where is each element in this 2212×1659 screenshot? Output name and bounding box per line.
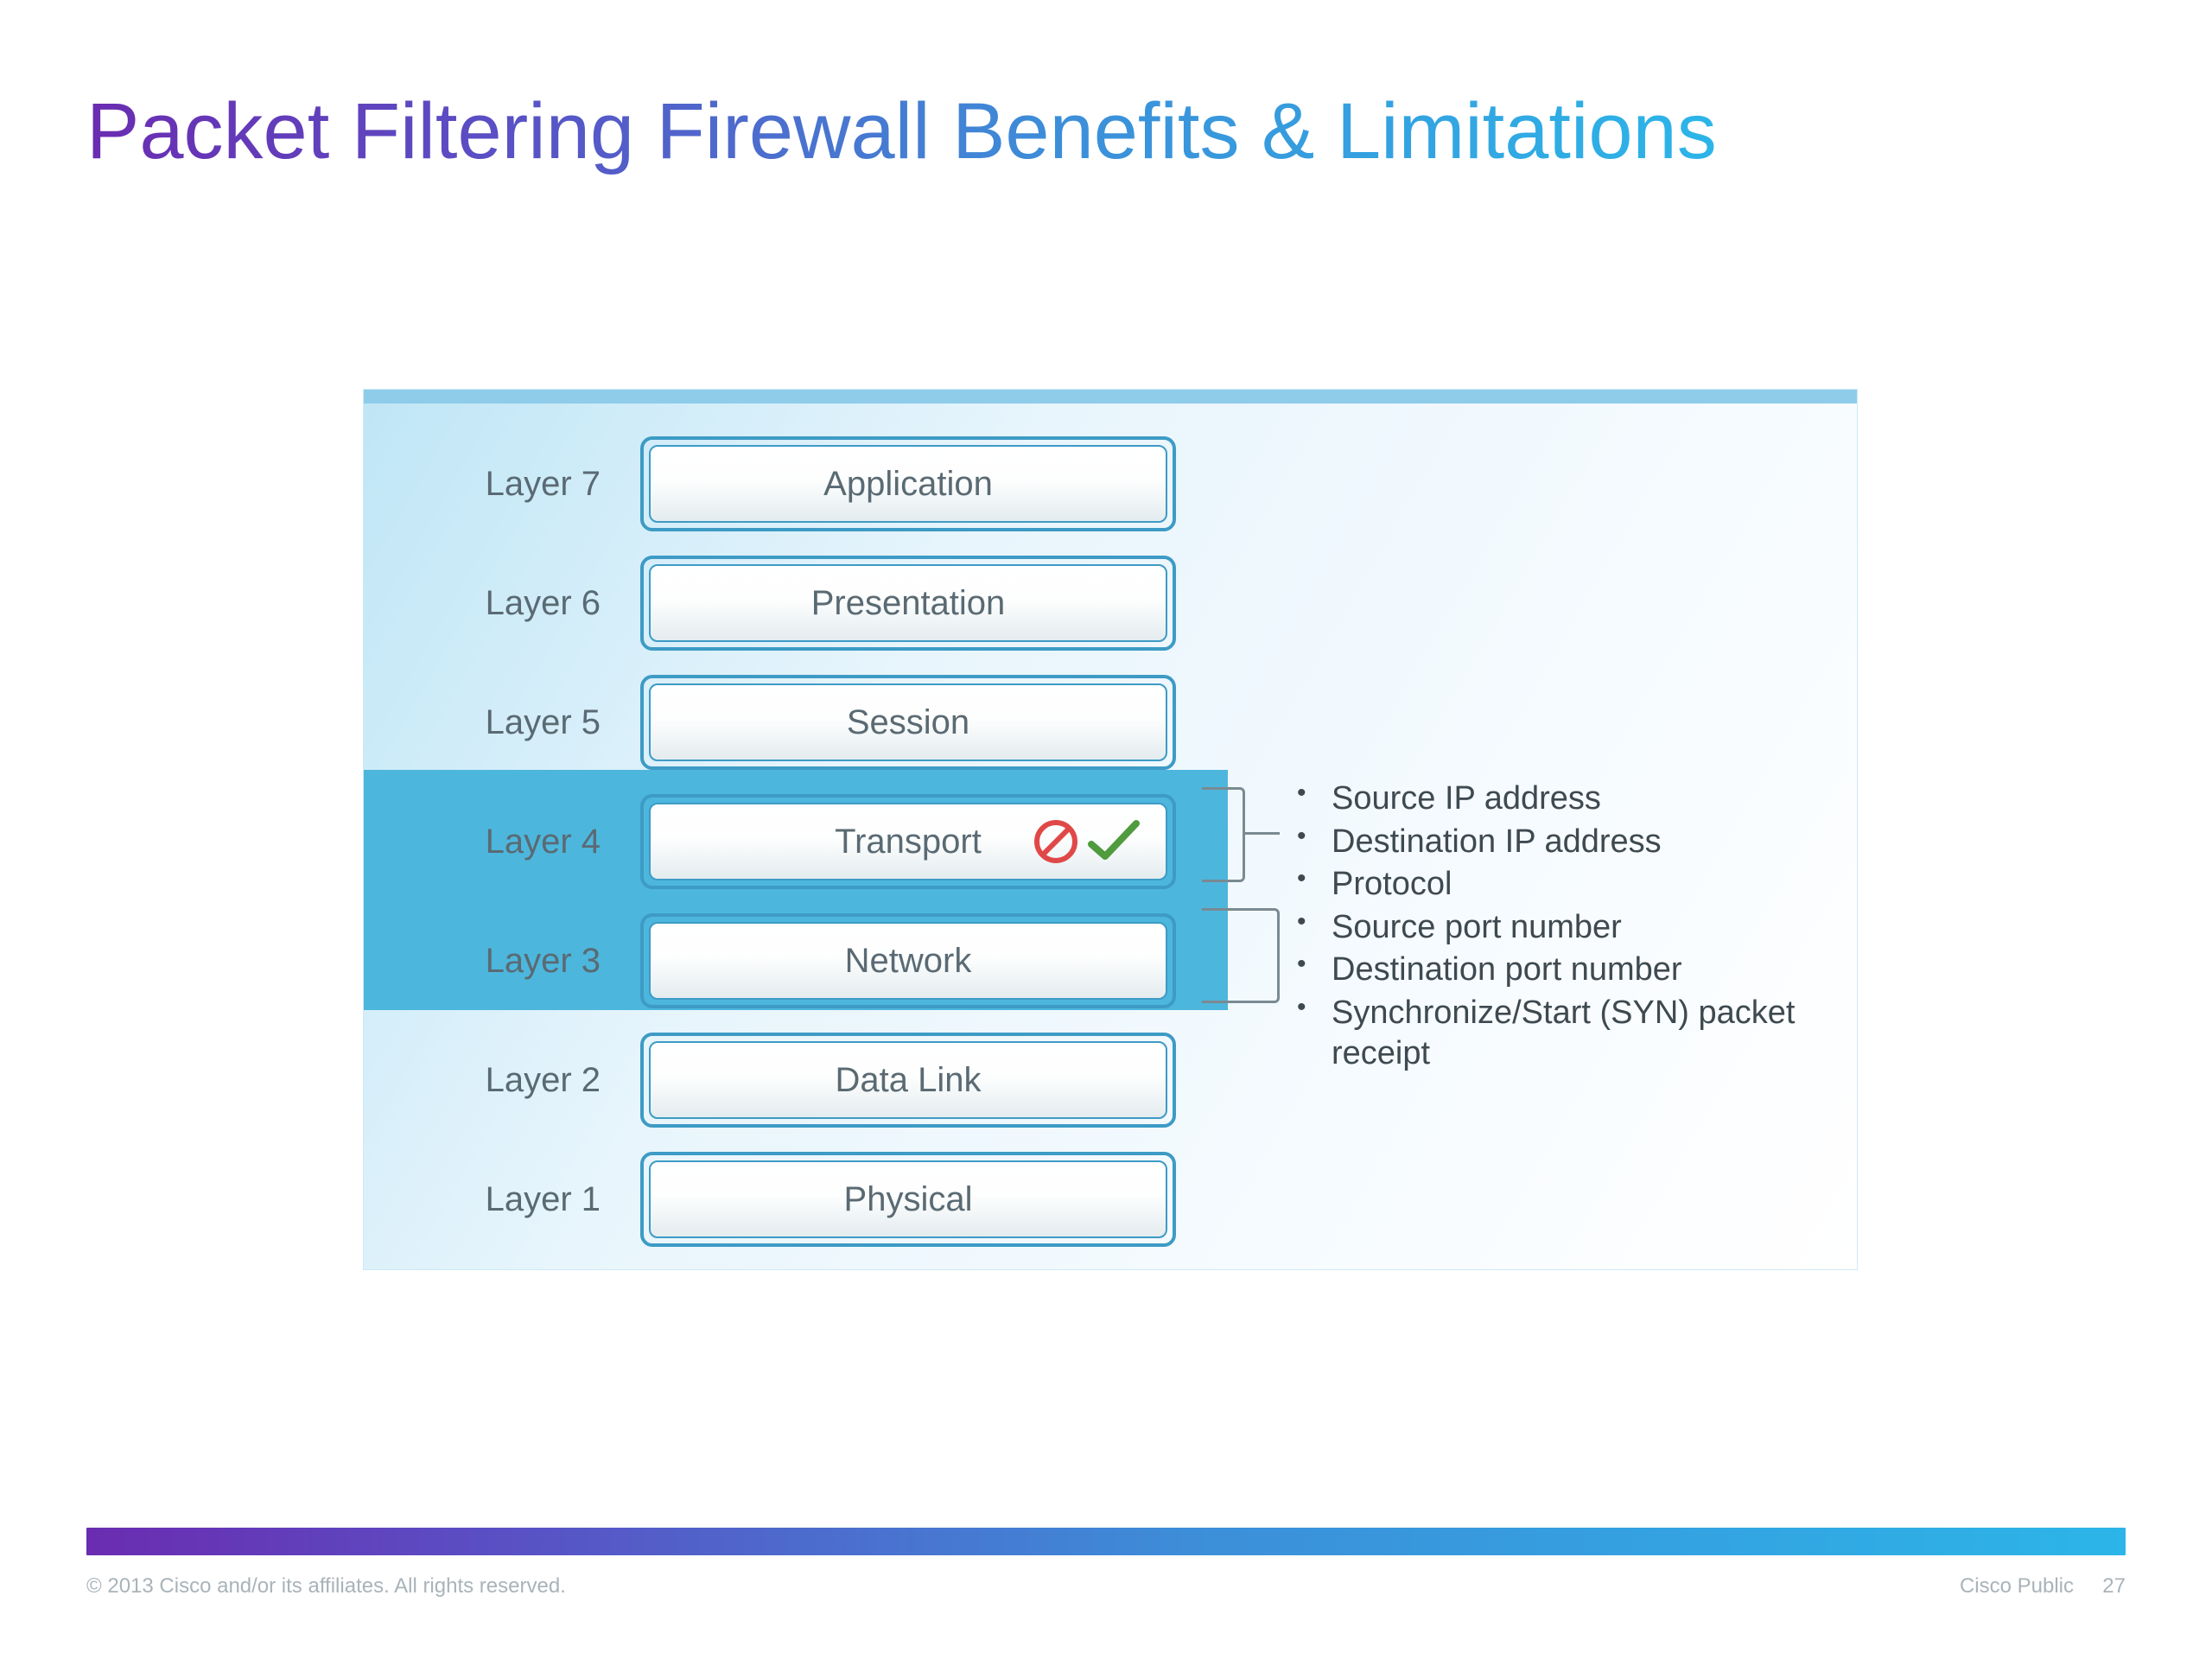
list-item: Source port number <box>1297 907 1833 949</box>
footer-accent-bar <box>86 1528 2126 1555</box>
list-item: Synchronize/Start (SYN) packet receipt <box>1297 993 1833 1075</box>
footer-page-number: 27 <box>2102 1574 2126 1599</box>
osi-row-7: Application <box>640 424 1193 543</box>
osi-row-6: Presentation <box>640 543 1193 663</box>
layer-label-1: Layer 1 <box>416 1140 632 1259</box>
osi-box-transport-text: Transport <box>835 823 982 861</box>
transport-icons <box>1033 818 1141 865</box>
panel-top-accent <box>364 390 1857 404</box>
osi-box-label: Data Link <box>649 1041 1167 1119</box>
list-item: Destination IP address <box>1297 822 1833 863</box>
osi-diagram-panel: Layer 7 Layer 6 Layer 5 Layer 4 Layer 3 … <box>363 389 1858 1270</box>
callout-bracket-network <box>1202 908 1280 1003</box>
footer-classification: Cisco Public <box>1960 1574 2074 1599</box>
layer-label-2: Layer 2 <box>416 1020 632 1140</box>
list-item: Protocol <box>1297 864 1833 906</box>
footer-copyright: © 2013 Cisco and/or its affiliates. All … <box>86 1574 566 1599</box>
osi-box-session: Session <box>640 675 1176 770</box>
osi-row-5: Session <box>640 663 1193 782</box>
slide-title: Packet Filtering Firewall Benefits & Lim… <box>86 86 1717 177</box>
osi-box-presentation: Presentation <box>640 556 1176 651</box>
osi-box-transport: Transport <box>640 794 1176 889</box>
osi-box-network: Network <box>640 913 1176 1008</box>
osi-row-4: Transport <box>640 782 1193 901</box>
callout-bracket-transport <box>1202 787 1245 882</box>
osi-box-physical: Physical <box>640 1152 1176 1247</box>
osi-box-label: Transport <box>649 803 1167 880</box>
layer-labels-column: Layer 7 Layer 6 Layer 5 Layer 4 Layer 3 … <box>416 424 632 1259</box>
block-icon <box>1033 818 1079 865</box>
osi-box-label: Application <box>649 445 1167 523</box>
layer-label-6: Layer 6 <box>416 543 632 663</box>
list-item: Destination port number <box>1297 950 1833 991</box>
osi-box-label: Physical <box>649 1160 1167 1238</box>
layer-boxes-column: Application Presentation Session Transpo… <box>640 424 1193 1259</box>
check-icon <box>1086 818 1141 865</box>
callout-stem-transport <box>1245 832 1280 835</box>
list-item: Source IP address <box>1297 779 1833 820</box>
osi-box-datalink: Data Link <box>640 1033 1176 1128</box>
osi-row-1: Physical <box>640 1140 1193 1259</box>
layer-label-3: Layer 3 <box>416 901 632 1020</box>
osi-box-application: Application <box>640 436 1176 531</box>
layer-label-4: Layer 4 <box>416 782 632 901</box>
osi-row-3: Network <box>640 901 1193 1020</box>
osi-box-label: Network <box>649 922 1167 1000</box>
osi-row-2: Data Link <box>640 1020 1193 1140</box>
layer-label-7: Layer 7 <box>416 424 632 543</box>
osi-box-label: Session <box>649 683 1167 761</box>
filter-criteria-list: Source IP address Destination IP address… <box>1297 779 1833 1077</box>
layer-label-5: Layer 5 <box>416 663 632 782</box>
osi-box-label: Presentation <box>649 564 1167 642</box>
